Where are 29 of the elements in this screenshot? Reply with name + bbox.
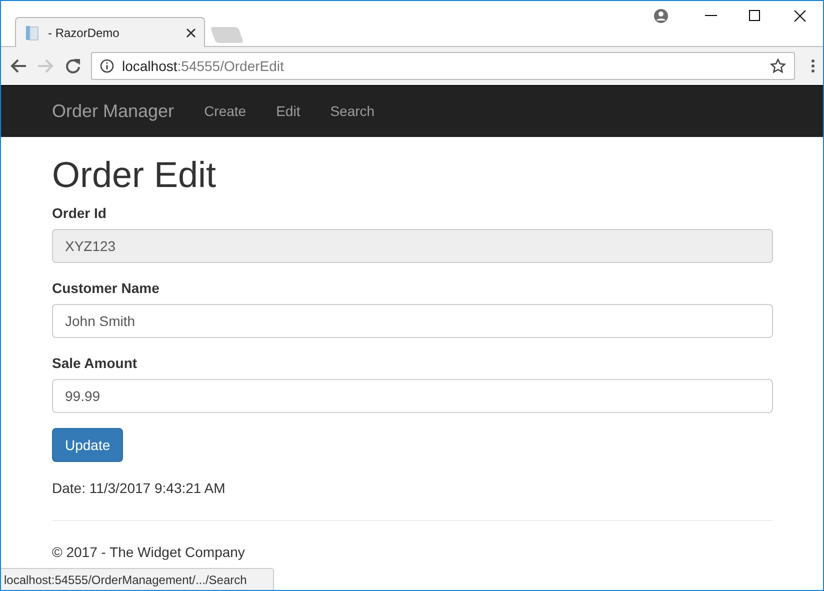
- footer-text: © 2017 - The Widget Company: [52, 543, 246, 562]
- info-icon[interactable]: [100, 59, 114, 73]
- nav-link[interactable]: Search: [315, 101, 390, 122]
- maximize-icon[interactable]: [749, 10, 760, 21]
- input-field[interactable]: John Smith: [52, 304, 773, 338]
- url-text: localhost:54555/OrderEdit: [122, 56, 285, 76]
- status-bar: localhost:54555/OrderManagement/.../Search: [1, 568, 274, 590]
- menu-icon[interactable]: [811, 58, 815, 74]
- account-icon[interactable]: [653, 8, 669, 24]
- field-label: Order Id: [52, 204, 106, 223]
- nav-link[interactable]: Edit: [261, 101, 316, 122]
- page-icon: [24, 24, 40, 40]
- close-icon[interactable]: [794, 10, 806, 22]
- address-bar[interactable]: localhost:54555/OrderEdit: [91, 52, 795, 80]
- browser-tab[interactable]: - RazorDemo: [15, 17, 205, 47]
- brand-link[interactable]: Order Manager: [52, 98, 174, 125]
- tab-title: - RazorDemo: [48, 24, 120, 42]
- date-text: Date: 11/3/2017 9:43:21 AM: [52, 479, 226, 498]
- star-icon[interactable]: [770, 58, 786, 74]
- nav-link[interactable]: Create: [189, 101, 262, 122]
- update-button[interactable]: Update: [52, 428, 124, 462]
- input-field[interactable]: 99.99: [52, 379, 773, 413]
- back-icon[interactable]: [9, 58, 27, 74]
- minimize-icon[interactable]: [705, 15, 717, 17]
- field-label: Customer Name: [52, 279, 160, 298]
- close-icon[interactable]: [186, 28, 196, 38]
- field-label: Sale Amount: [52, 354, 138, 373]
- page-heading: Order Edit: [52, 155, 218, 195]
- reload-icon[interactable]: [65, 58, 81, 74]
